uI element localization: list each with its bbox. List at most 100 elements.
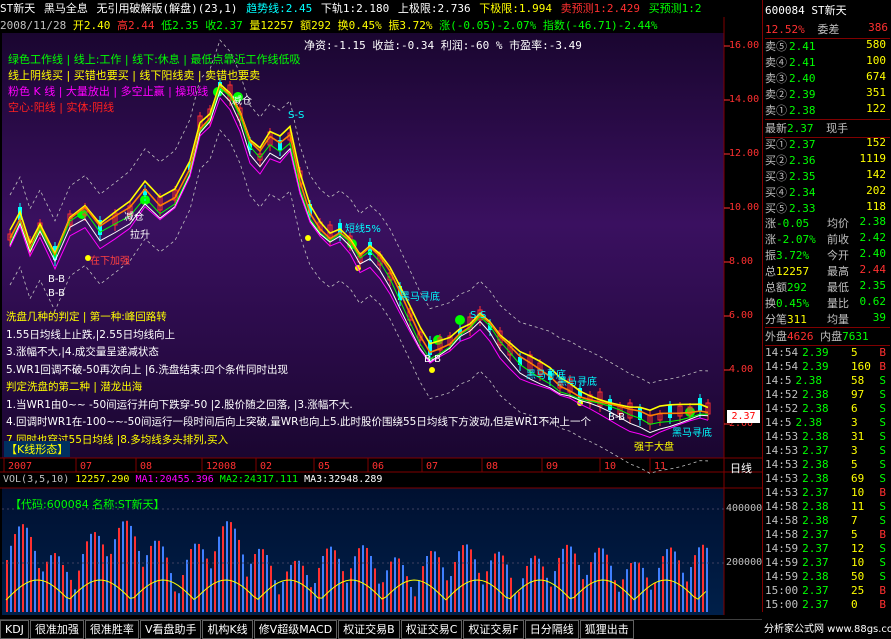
- tick-time: 14:53: [765, 458, 799, 471]
- note-line: 1.55日均线上止跌,|2.55日均线向上: [6, 328, 176, 341]
- volume-bar: [486, 571, 488, 612]
- tick-side: B: [879, 346, 886, 359]
- buy-row: 买① 2.37 152: [765, 136, 890, 153]
- note-line: 3.涨幅不大,|4.成交量呈递减状态: [6, 346, 159, 358]
- volume-bar: [362, 545, 364, 612]
- tab-0[interactable]: KDJ: [0, 620, 29, 639]
- tab-7[interactable]: 权证交易C: [400, 620, 463, 639]
- volume-bar: [250, 563, 252, 612]
- chart-annotation: 短线5%: [345, 222, 381, 235]
- vol-axis-400k: 400000: [726, 503, 763, 514]
- volume-bar: [542, 566, 544, 612]
- volume-bar: [634, 561, 636, 612]
- fin-net-asset: 净资:-1.15: [304, 39, 366, 52]
- stat-value: 2.42: [859, 231, 887, 244]
- volume-bar: [38, 568, 40, 612]
- tab-9[interactable]: 日分隔线: [524, 620, 579, 639]
- tick-volume: 50: [851, 570, 865, 583]
- period-label: 日线: [730, 462, 752, 475]
- vol-ma1: MA1:20455.396: [135, 474, 214, 485]
- tab-6[interactable]: 权证交易B: [338, 620, 400, 639]
- volume-bar: [178, 593, 180, 612]
- volume-bar: [334, 550, 336, 612]
- watermark-text: 分析家公式网 www.88gs.com: [764, 624, 891, 635]
- volume-bar: [338, 558, 340, 612]
- volume-bar: [422, 566, 424, 612]
- sell-level-label: 卖③: [765, 72, 787, 85]
- volume-bar: [46, 561, 48, 612]
- volume-bar: [230, 522, 232, 612]
- stat-label: 最高: [827, 265, 849, 278]
- stat-value: 2.35: [859, 279, 887, 292]
- financials-line: 净资:-1.15 收益:-0.34 利润:-60 % 市盈率:-3.49: [304, 37, 582, 53]
- quote-panel: 600084 ST新天 12.52% 委差 386 最新2.37 现手 外盘46…: [762, 0, 891, 612]
- volume-bar: [658, 567, 660, 612]
- volume-bar: [622, 579, 624, 612]
- tick-time: 14:53: [765, 444, 799, 457]
- tab-1[interactable]: 很准加强: [29, 620, 84, 639]
- diff-value: 386: [868, 21, 888, 34]
- volume-bar: [302, 565, 304, 612]
- tab-3[interactable]: V看盘助手: [139, 620, 202, 639]
- volume-bar: [498, 551, 500, 612]
- tab-8[interactable]: 权证交易F: [463, 620, 524, 639]
- price-tick-label: 8.00: [729, 256, 754, 267]
- tick-volume: 5: [851, 346, 858, 359]
- volume-bar: [378, 583, 380, 612]
- tab-2[interactable]: 很准胜率: [84, 620, 139, 639]
- tab-4[interactable]: 机构K线: [202, 620, 253, 639]
- time-tick-label: 02: [260, 461, 272, 472]
- tick-volume: 0: [851, 598, 858, 611]
- sell-volume: 122: [866, 102, 886, 115]
- tick-time: 14:58: [765, 528, 799, 541]
- volume-bar: [358, 548, 360, 612]
- kline-pattern-label[interactable]: 【K线形态】: [4, 441, 71, 457]
- volume-bar: [694, 555, 696, 612]
- tab-10[interactable]: 狐狸出击: [579, 620, 634, 639]
- volume-bar: [410, 587, 412, 612]
- stat-row: 总额292 最低 2.35: [765, 279, 890, 296]
- sell-row: 卖② 2.39 351: [765, 86, 890, 103]
- tick-price: 2.38: [802, 430, 829, 443]
- time-tick-label: 07: [80, 461, 92, 472]
- stat-label: 涨: [765, 233, 776, 246]
- volume-bar: [346, 582, 348, 612]
- volume-bar: [442, 567, 444, 612]
- indicator-tab-bar: KDJ 很准加强 很准胜率 V看盘助手 机构K线 修V超级MACD 权证交易B 权证交易C 权证…: [0, 619, 762, 639]
- volume-bar: [258, 548, 260, 612]
- volume-bar: [286, 571, 288, 612]
- latest-label: 最新: [765, 122, 787, 135]
- sell-price: 2.40: [789, 72, 816, 85]
- volume-bar: [234, 528, 236, 612]
- volume-bar: [238, 539, 240, 612]
- stat-label: 量比: [827, 297, 849, 310]
- volume-bar: [462, 545, 464, 612]
- stat-row: 涨-2.07% 前收 2.42: [765, 231, 890, 248]
- buy-row: 买③ 2.35 142: [765, 168, 890, 185]
- price-tick-label: 16.00: [729, 40, 760, 51]
- volume-bar: [370, 555, 372, 612]
- stat-label: 振: [765, 249, 776, 262]
- volume-bar: [650, 589, 652, 612]
- volume-bar: [206, 558, 208, 612]
- sell-level-label: 卖②: [765, 88, 787, 101]
- volume-bar: [122, 521, 124, 612]
- tick-time: 14:54: [765, 360, 799, 373]
- price-tick-label: 6.00: [729, 310, 754, 321]
- volume-bar: [118, 527, 120, 612]
- volume-bar: [10, 545, 12, 612]
- volume-bar: [562, 548, 564, 612]
- volume-bar: [222, 526, 224, 612]
- chart-annotation: 在下加强: [90, 255, 130, 267]
- time-tick-label: 05: [318, 461, 330, 472]
- tick-volume: 160: [851, 360, 871, 373]
- volume-bar: [90, 533, 92, 612]
- buy-level-label: 买③: [765, 170, 787, 183]
- buy-level-label: 买①: [765, 138, 787, 151]
- volume-bar: [490, 560, 492, 612]
- tick-side: S: [879, 570, 886, 583]
- stat-label: 总额: [765, 281, 787, 294]
- volume-bar: [314, 583, 316, 612]
- time-tick-label: 2007: [8, 461, 32, 472]
- tab-5[interactable]: 修V超级MACD: [253, 620, 338, 639]
